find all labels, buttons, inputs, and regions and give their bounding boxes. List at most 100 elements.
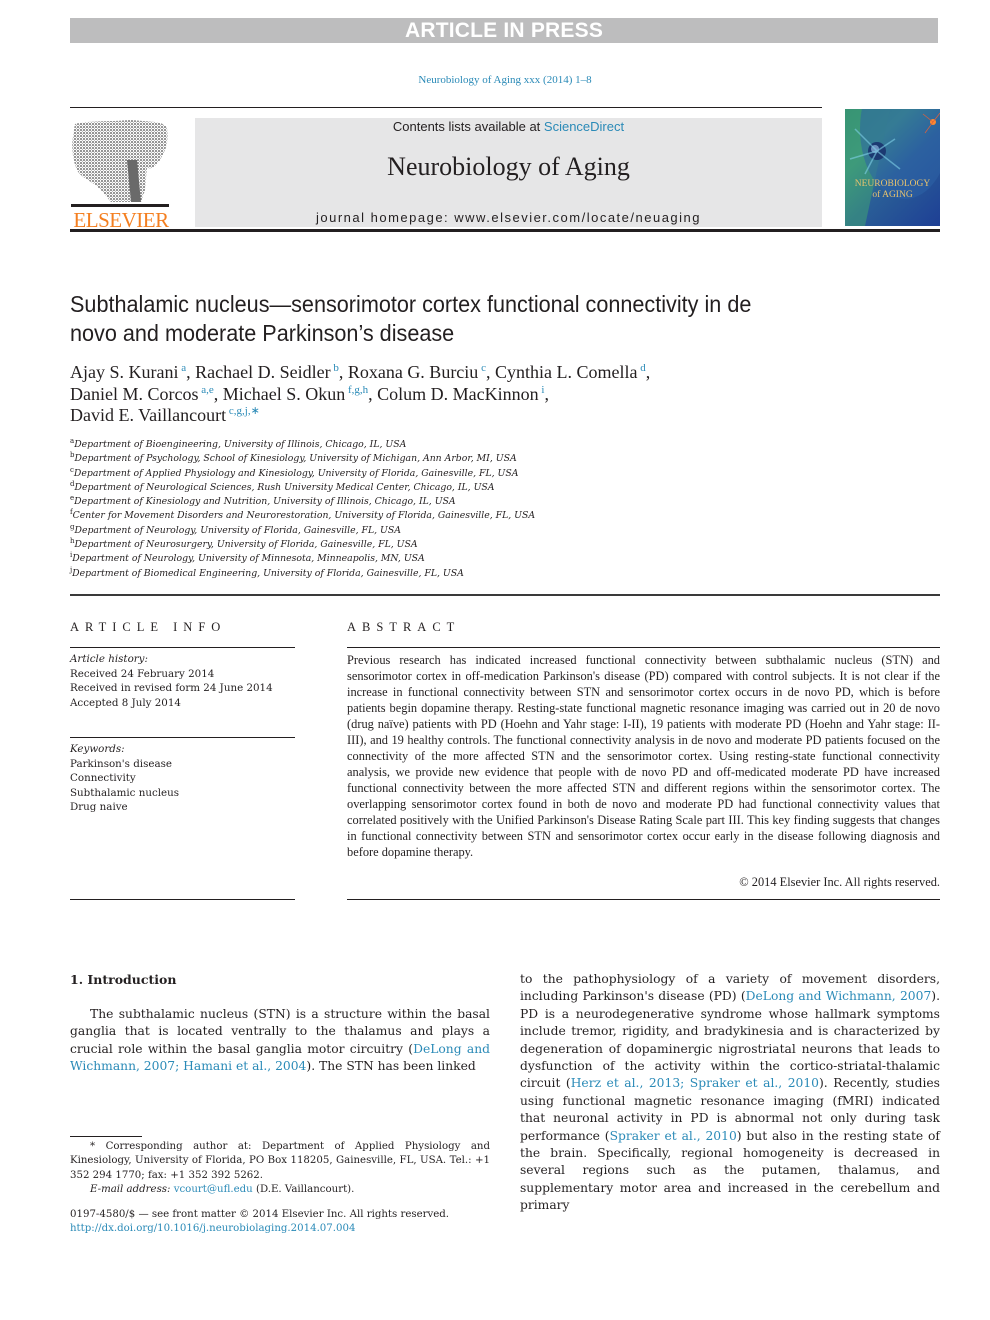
author-name[interactable]: Cynthia L. Comella	[495, 362, 637, 382]
author-separator: ,	[338, 362, 348, 382]
introduction-column-2: to the pathophysiology of a variety of m…	[520, 971, 940, 1215]
journal-homepage: journal homepage: www.elsevier.com/locat…	[195, 210, 822, 225]
introduction-paragraph: The subthalamic nucleus (STN) is a struc…	[70, 1006, 490, 1076]
header-bottom-rule	[70, 229, 940, 232]
affiliation-text: Department of Applied Physiology and Kin…	[73, 467, 519, 479]
affiliation-list: aDepartment of Bioengineering, Universit…	[70, 438, 670, 581]
keywords: Keywords: Parkinson's disease Connectivi…	[70, 742, 295, 815]
affiliation-item: fCenter for Movement Disorders and Neuro…	[70, 509, 670, 523]
abstract-top-rule	[347, 647, 940, 648]
affiliation-item: iDepartment of Neurology, University of …	[70, 552, 670, 566]
front-matter: 0197-4580/$ — see front matter © 2014 El…	[70, 1208, 490, 1237]
author-separator: ,	[213, 383, 223, 404]
keywords-rule	[70, 737, 295, 738]
affiliation-text: Department of Psychology, School of Kine…	[74, 453, 517, 465]
contents-available: Contents lists available at ScienceDirec…	[195, 119, 822, 134]
keyword-item: Connectivity	[70, 772, 136, 784]
author-name[interactable]: Roxana G. Burciu	[348, 362, 478, 382]
affiliation-item: dDepartment of Neurological Sciences, Ru…	[70, 480, 670, 495]
author-affiliation-marker[interactable]: a	[178, 362, 186, 374]
author-affiliation-marker[interactable]: b	[331, 362, 339, 374]
affiliation-text: Department of Bioengineering, University…	[74, 439, 407, 450]
article-title: Subthalamic nucleus—sensorimotor cortex …	[70, 291, 752, 346]
history-received: Received 24 February 2014	[70, 667, 215, 680]
author-name[interactable]: Colum D. MacKinnon	[377, 384, 539, 404]
affiliation-text: Department of Biomedical Engineering, Un…	[72, 567, 464, 579]
homepage-prefix: journal homepage:	[315, 210, 455, 225]
author-separator: ,	[544, 383, 549, 404]
citation-link[interactable]: Spraker et al., 2010	[610, 1129, 737, 1143]
author-affiliation-marker[interactable]: a,e	[198, 384, 214, 396]
journal-cover-image[interactable]: NEUROBIOLOGY of AGING	[845, 109, 940, 226]
article-history: Article history: Received 24 February 20…	[70, 652, 295, 710]
author-list: Ajay S. Kurani a, Rachael D. Seidler b, …	[70, 362, 830, 427]
corresponding-author-text: * Corresponding author at: Department of…	[70, 1141, 490, 1181]
sciencedirect-link[interactable]: ScienceDirect	[544, 119, 624, 134]
email-line: E-mail address: vcourt@ufl.edu (D.E. Vai…	[70, 1183, 490, 1197]
author-affiliation-marker[interactable]: f,g,h	[345, 384, 368, 396]
affiliation-item: aDepartment of Bioengineering, Universit…	[70, 438, 670, 452]
affiliation-item: bDepartment of Psychology, School of Kin…	[70, 452, 670, 466]
intro-text: ). The STN has been linked	[306, 1059, 476, 1074]
abstract-bottom-rule	[347, 899, 940, 900]
journal-citation-link[interactable]: Neurobiology of Aging xxx (2014) 1–8	[0, 74, 990, 86]
citation-link[interactable]: DeLong and Wichmann, 2007	[746, 989, 932, 1003]
journal-title: Neurobiology of Aging	[387, 152, 630, 181]
email-label: E-mail address:	[90, 1183, 171, 1195]
doi-link[interactable]: http://dx.doi.org/10.1016/j.neurobiolagi…	[70, 1222, 490, 1236]
citation-link[interactable]: Herz et al., 2013; Spraker et al., 2010	[571, 1076, 819, 1090]
abstract-text: Previous research has indicated increase…	[347, 653, 940, 859]
affiliation-text: Department of Kinesiology and Nutrition,…	[74, 496, 456, 508]
affiliation-item: jDepartment of Biomedical Engineering, U…	[70, 566, 670, 581]
affiliation-text: Department of Neurological Sciences, Rus…	[74, 481, 495, 493]
author-separator: ,	[186, 362, 196, 382]
keyword-item: Parkinson's disease	[70, 757, 172, 770]
affiliation-text: Department of Neurosurgery, University o…	[74, 539, 418, 551]
email-link[interactable]: vcourt@ufl.edu	[174, 1184, 253, 1195]
section-divider	[70, 594, 940, 596]
affiliation-item: hDepartment of Neurosurgery, University …	[70, 538, 670, 552]
cover-title-line2: of AGING	[872, 190, 913, 200]
introduction-heading: 1. Introduction	[70, 972, 177, 987]
author-separator: ,	[485, 362, 495, 382]
journal-masthead: Contents lists available at ScienceDirec…	[195, 118, 822, 227]
history-label: Article history:	[70, 653, 148, 665]
author-separator: ,	[368, 383, 378, 404]
email-suffix: (D.E. Vaillancourt).	[252, 1183, 355, 1195]
keywords-label: Keywords:	[70, 743, 125, 755]
author-affiliation-marker[interactable]: c,g,j,∗	[226, 405, 260, 417]
author-affiliation-marker[interactable]: d	[637, 362, 646, 374]
affiliation-text: Center for Movement Disorders and Neuror…	[72, 510, 536, 522]
affiliation-item: gDepartment of Neurology, University of …	[70, 523, 670, 538]
cover-title: NEUROBIOLOGY of AGING	[845, 179, 940, 201]
keyword-item: Drug naive	[70, 801, 128, 813]
header-top-rule	[70, 107, 822, 108]
issn-copyright: 0197-4580/$ — see front matter © 2014 El…	[70, 1209, 450, 1220]
affiliation-item: eDepartment of Kinesiology and Nutrition…	[70, 495, 670, 509]
author-name[interactable]: Rachael D. Seidler	[195, 362, 330, 382]
corresponding-author-footnote: * Corresponding author at: Department of…	[70, 1140, 490, 1197]
author-affiliation-marker[interactable]: c	[478, 362, 486, 374]
affiliation-text: Department of Neurology, University of M…	[72, 553, 425, 565]
elsevier-tree-icon	[71, 120, 169, 207]
author-name[interactable]: Daniel M. Corcos	[70, 384, 198, 404]
author-separator: ,	[645, 362, 651, 382]
contents-prefix: Contents lists available at	[392, 119, 544, 134]
abstract-copyright: © 2014 Elsevier Inc. All rights reserved…	[739, 875, 940, 889]
article-info-rule	[70, 647, 295, 648]
affiliation-text: Department of Neurology, University of F…	[74, 524, 401, 536]
elsevier-logo[interactable]: ELSEVIER	[70, 118, 170, 232]
cover-title-line1: NEUROBIOLOGY	[854, 179, 931, 189]
abstract-heading: ABSTRACT	[347, 620, 461, 634]
footnote-rule	[70, 1136, 142, 1137]
author-name[interactable]: Michael S. Okun	[223, 384, 345, 404]
history-accepted: Accepted 8 July 2014	[70, 696, 181, 709]
homepage-link[interactable]: www.elsevier.com/locate/neuaging	[454, 210, 701, 225]
author-name[interactable]: David E. Vaillancourt	[70, 405, 226, 425]
article-in-press-banner: ARTICLE IN PRESS	[70, 18, 938, 43]
article-info-bottom-rule	[70, 899, 295, 900]
neuron-illustration-icon	[845, 109, 940, 226]
article-info-heading: ARTICLE INFO	[70, 620, 227, 634]
author-name[interactable]: Ajay S. Kurani	[70, 362, 178, 382]
affiliation-item: cDepartment of Applied Physiology and Ki…	[70, 466, 670, 481]
